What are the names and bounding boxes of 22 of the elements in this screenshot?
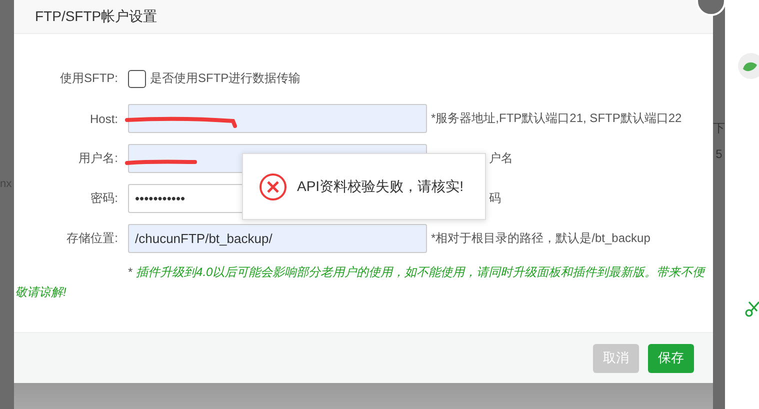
scissors-icon xyxy=(745,301,759,317)
error-icon xyxy=(259,172,287,200)
input-field[interactable]: /chucunFTP/bt_backup/ xyxy=(128,224,427,253)
field-hint: *相对于根目录的路径，默认是/bt_backup xyxy=(431,230,650,247)
dialog-title: FTP/SFTP帐户设置 xyxy=(14,0,713,34)
field-hint: 码 xyxy=(489,190,501,207)
notice-text: * 插件升级到4.0以后可能会影响部分老用户的使用，如不能使用，请同时升级面板和插件到最新版。带来不便敬请谅解! xyxy=(14,264,707,301)
checkbox[interactable] xyxy=(128,70,146,88)
field-label: 存储位置: xyxy=(66,230,119,247)
field-label: 密码: xyxy=(90,190,119,207)
save-button[interactable]: 保存 xyxy=(648,344,694,372)
input-field[interactable] xyxy=(128,104,427,133)
field-label: 用户名: xyxy=(78,150,119,167)
field-hint: *服务器地址,FTP默认端口21, SFTP默认端口22 xyxy=(431,110,682,127)
background-text: 下 xyxy=(713,120,725,137)
checkbox-label: 是否使用SFTP进行数据传输 xyxy=(150,70,301,87)
plant-icon xyxy=(737,53,759,79)
toast-message: API资料校验失败，请核实! xyxy=(297,178,464,196)
background-text: 5 xyxy=(716,147,722,161)
field-hint: 户名 xyxy=(489,150,513,167)
field-label: 使用SFTP: xyxy=(58,70,119,87)
field-label: Host: xyxy=(88,112,119,126)
